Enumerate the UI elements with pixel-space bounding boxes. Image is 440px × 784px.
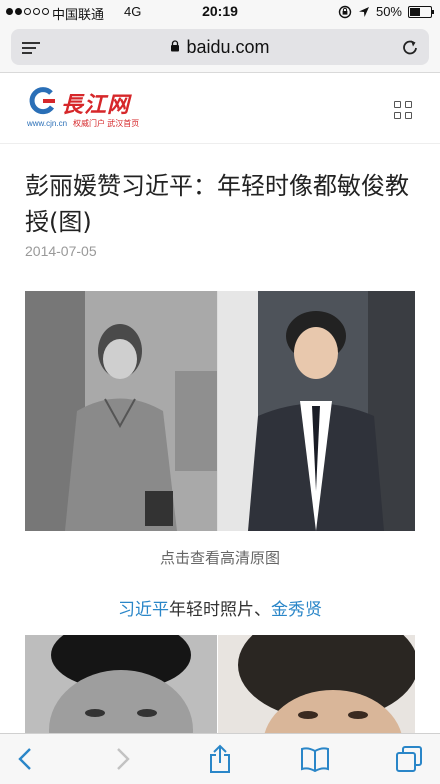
lock-icon [170, 40, 180, 52]
link-xi-jinping[interactable]: 习近平 [118, 600, 169, 620]
link-kim-soo-hyun[interactable]: 金秀贤 [271, 600, 322, 620]
url-display[interactable]: baidu.com [11, 37, 429, 58]
browser-toolbar [0, 733, 440, 784]
forward-icon[interactable] [108, 744, 138, 774]
reload-icon[interactable] [401, 37, 419, 61]
related-photo[interactable] [25, 635, 415, 733]
related-links: 习近平年轻时照片、金秀贤 [0, 595, 440, 620]
article-title: 彭丽媛赞习近平：年轻时像都敏俊教授(图) [25, 172, 409, 236]
image-caption[interactable]: 点击查看高清原图 [0, 547, 440, 568]
article-date: 2014-07-05 [25, 243, 97, 259]
back-icon[interactable] [10, 744, 40, 774]
photo-kim-soo-hyun-closeup [218, 635, 415, 733]
share-icon[interactable] [205, 744, 235, 774]
address-bar[interactable]: baidu.com [11, 29, 429, 65]
photo-xi-jinping-closeup [25, 635, 217, 733]
status-right: 50% [338, 4, 434, 19]
logo-subtitle: www.cjn.cn 权威门户 武汉首页 [27, 118, 139, 129]
article-photo[interactable] [25, 291, 415, 531]
site-logo[interactable]: 長江网 www.cjn.cn 权威门户 武汉首页 [25, 87, 139, 131]
site-header: 長江网 www.cjn.cn 权威门户 武汉首页 [0, 73, 440, 144]
photo-young-xi-jinping [25, 291, 217, 531]
location-arrow-icon [358, 6, 369, 17]
browser-chrome: baidu.com [0, 24, 440, 73]
logo-tagline: 权威门户 武汉首页 [73, 119, 140, 128]
battery-icon [408, 5, 434, 18]
logo-text: 長江网 [61, 92, 131, 118]
logo-url: www.cjn.cn [27, 119, 68, 128]
orientation-lock-icon [338, 5, 352, 18]
url-text: baidu.com [186, 37, 270, 57]
web-page: 長江网 www.cjn.cn 权威门户 武汉首页 彭丽媛赞习近平：年轻时像都敏俊教… [0, 73, 440, 733]
logo-mark-icon [29, 87, 55, 115]
tabs-icon[interactable] [394, 744, 424, 774]
photo-kim-soo-hyun [218, 291, 415, 531]
grid-menu-icon[interactable] [394, 101, 414, 121]
battery-percent: 50% [375, 4, 402, 19]
related-text: 年轻时照片、 [169, 600, 271, 620]
status-bar: 中国联通 4G 20:19 50% [0, 0, 440, 24]
bookmarks-icon[interactable] [300, 744, 330, 774]
